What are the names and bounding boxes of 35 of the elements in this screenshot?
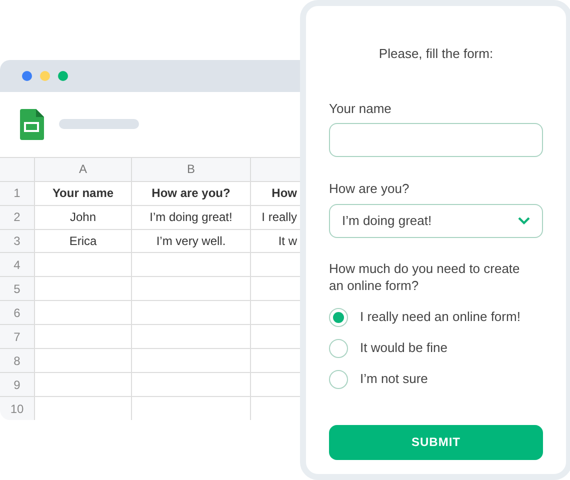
- column-header: A: [35, 158, 132, 181]
- table-cell-text: How: [272, 185, 297, 202]
- row-number: 6: [0, 301, 35, 324]
- table-cell-text: How are you?: [152, 185, 230, 202]
- row-number: 1: [0, 182, 35, 205]
- radio-option[interactable]: It would be fine: [329, 338, 543, 358]
- table-cell-text: Your name: [52, 185, 114, 202]
- chevron-down-icon: [518, 216, 530, 224]
- row-number: 2: [0, 206, 35, 229]
- table-cell-text: It w: [278, 233, 297, 250]
- field-label: Your name: [329, 100, 392, 118]
- column-header: B: [132, 158, 251, 181]
- row-number: 9: [0, 373, 35, 396]
- radio-button[interactable]: [329, 338, 348, 358]
- radio-option[interactable]: I really need an online form!: [329, 308, 543, 326]
- radio-option[interactable]: I’m not sure: [329, 370, 543, 388]
- form-title: Please, fill the form:: [378, 45, 494, 63]
- radio-button[interactable]: [329, 370, 348, 388]
- question-text: How much do you need to create an online form?: [329, 260, 521, 294]
- radio-button[interactable]: [329, 308, 348, 326]
- row-number: 3: [0, 230, 35, 252]
- table-cell-text: I’m doing great!: [150, 209, 232, 226]
- sheet-file-icon: [20, 108, 44, 140]
- table-cell-text: Erica: [69, 233, 97, 250]
- mood-select[interactable]: I’m doing great!: [329, 204, 543, 238]
- table-cell-text: I’m very well.: [156, 233, 226, 250]
- name-input-field[interactable]: [329, 123, 543, 157]
- table-cell-text: I really: [262, 209, 297, 226]
- field-label: How are you?: [329, 180, 410, 198]
- table-cell-text: John: [70, 209, 96, 226]
- row-number: 4: [0, 253, 35, 276]
- row-number: 5: [0, 277, 35, 300]
- row-number: 8: [0, 349, 35, 372]
- row-number: 10: [0, 397, 35, 420]
- row-number: 7: [0, 325, 35, 348]
